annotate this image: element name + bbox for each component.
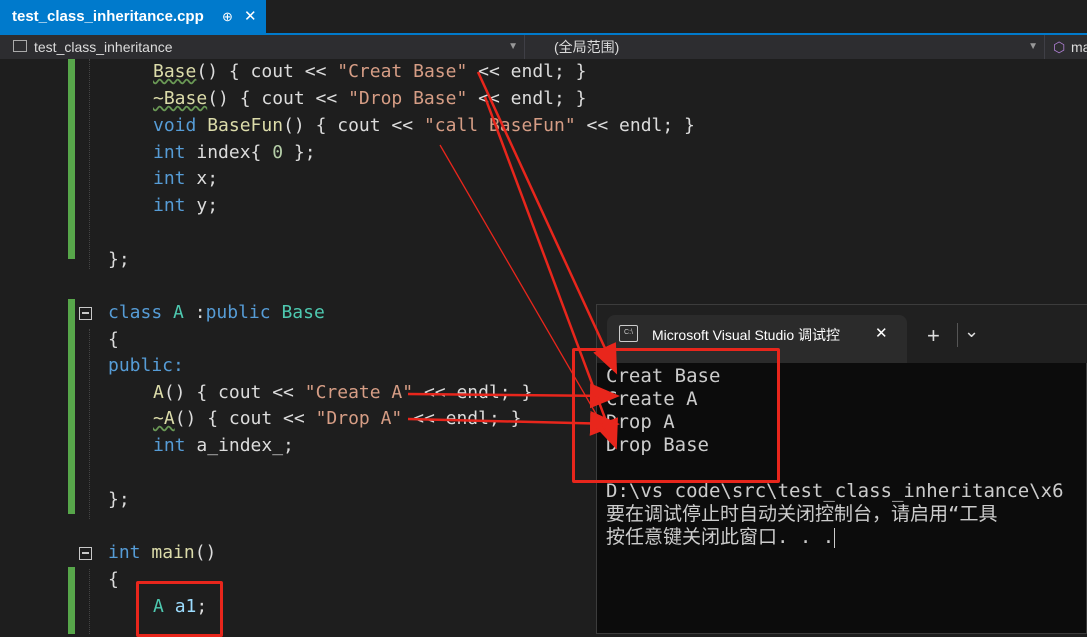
code-line: Base() { cout << "Creat Base" << endl; } [153, 61, 587, 82]
member-dropdown[interactable]: ⬡ ma [1047, 35, 1087, 59]
code-line: ~Base() { cout << "Drop Base" << endl; } [153, 88, 587, 109]
add-tab-icon[interactable]: + [927, 323, 940, 349]
project-icon [13, 40, 27, 52]
tab-bar: test_class_inheritance.cpp ⊕ ✕ [0, 0, 1087, 35]
code-line: int a_index_; [153, 435, 294, 456]
change-marker [68, 567, 75, 634]
cursor [834, 527, 836, 548]
change-marker [68, 299, 75, 514]
change-marker [68, 59, 75, 259]
member-label: ma [1071, 39, 1087, 55]
code-line: int main() [108, 542, 217, 563]
code-line: public: [108, 355, 184, 376]
annotation-box-output [572, 348, 780, 483]
code-line: void BaseFun() { cout << "call BaseFun" … [153, 115, 695, 136]
console-title: Microsoft Visual Studio 调试控 [652, 327, 841, 343]
terminal-icon: C:\ [619, 325, 638, 342]
code-line: ~A() { cout << "Drop A" << endl; } [153, 408, 522, 429]
code-line: int y; [153, 195, 219, 216]
scope-label: (全局范围) [554, 39, 620, 55]
code-line: int index{ 0 }; [153, 142, 316, 163]
code-line: A() { cout << "Create A" << endl; } [153, 382, 533, 403]
fold-toggle[interactable] [79, 547, 92, 560]
divider [957, 323, 958, 347]
indent-guide [89, 569, 90, 634]
annotation-box-a1 [136, 581, 223, 637]
code-line: { [108, 329, 119, 350]
code-line: }; [108, 249, 130, 270]
console-path-line: D:\vs code\src\test_class_inheritance\x6 [606, 480, 1064, 502]
code-line: int x; [153, 168, 219, 189]
console-message-line: 要在调试停止时自动关闭控制台，请启用“工具 [606, 503, 998, 525]
tab-title: test_class_inheritance.cpp [12, 8, 204, 25]
scope-dropdown[interactable]: (全局范围) ▼ [527, 35, 1045, 59]
tab-test-class-inheritance[interactable]: test_class_inheritance.cpp ⊕ ✕ [0, 0, 266, 33]
indent-guide [89, 329, 90, 519]
close-icon[interactable]: ✕ [244, 0, 257, 33]
cube-icon: ⬡ [1053, 39, 1066, 55]
code-line: class A :public Base [108, 302, 325, 323]
chevron-down-icon[interactable]: ⌄ [964, 321, 979, 342]
project-dropdown[interactable]: test_class_inheritance ▼ [0, 35, 525, 59]
code-line: { [108, 569, 119, 590]
chevron-down-icon: ▼ [1028, 41, 1038, 52]
code-line: }; [108, 489, 130, 510]
console-message-line: 按任意键关闭此窗口. . . [606, 526, 836, 548]
indent-guide [89, 59, 90, 269]
chevron-down-icon: ▼ [508, 41, 518, 52]
project-label: test_class_inheritance [34, 39, 173, 55]
close-icon[interactable]: ✕ [875, 324, 888, 342]
pin-icon[interactable]: ⊕ [222, 0, 233, 33]
navigation-bar: test_class_inheritance ▼ (全局范围) ▼ ⬡ ma [0, 35, 1087, 59]
fold-toggle[interactable] [79, 307, 92, 320]
